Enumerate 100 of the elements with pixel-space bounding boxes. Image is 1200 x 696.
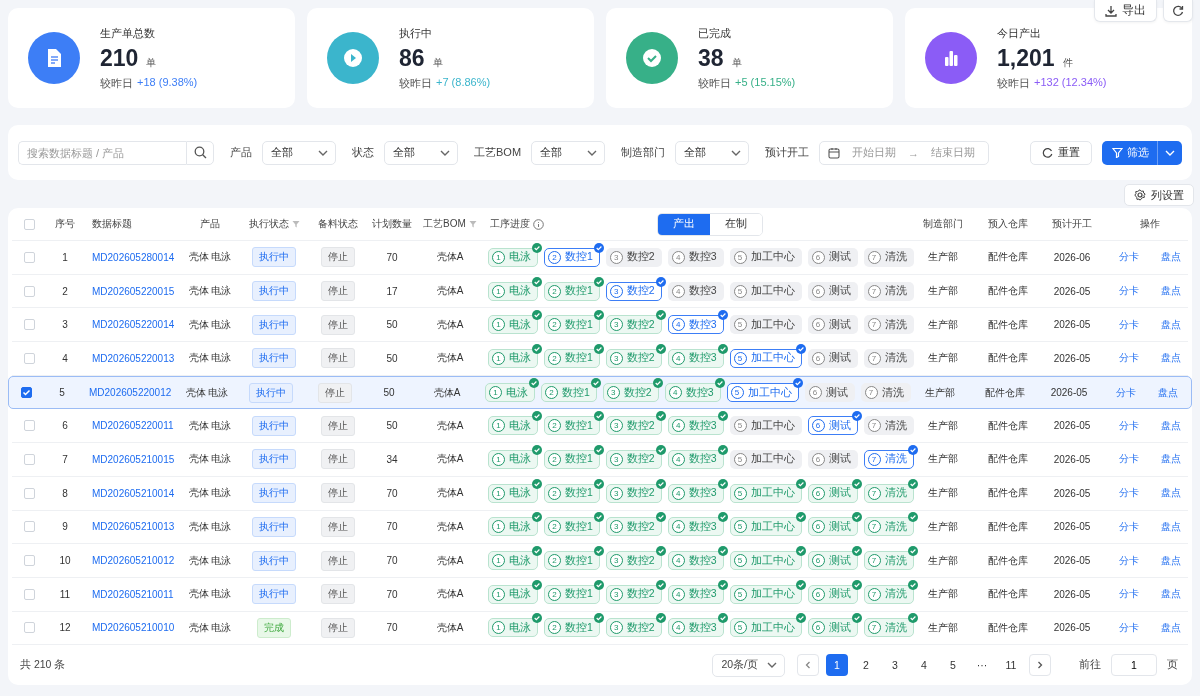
status-tag: 停止: [321, 449, 355, 470]
row-checkbox[interactable]: [20, 387, 32, 399]
action-link[interactable]: 分卡: [1119, 620, 1139, 635]
order-link[interactable]: MD202605220015: [92, 285, 175, 297]
page-button[interactable]: 1: [826, 654, 848, 677]
process-step: 6 测试: [807, 315, 858, 335]
action-link[interactable]: 盘点: [1161, 351, 1181, 366]
filter-icon[interactable]: [468, 220, 477, 228]
status-tag: 停止: [321, 617, 355, 638]
order-link[interactable]: MD202605220011: [92, 420, 174, 432]
export-button[interactable]: 导出: [1094, 0, 1157, 22]
table-cell: 生产部: [928, 351, 958, 366]
refresh-icon: [1172, 4, 1184, 17]
check-icon: [717, 310, 728, 321]
table-row[interactable]: 1 MD202605280014 壳体 电泳 执行中 停止 70 壳体A 1 电泳 2 数控1 3 数控2 4 数控3 5 加工中心 6 测试 7 清洗 生产部 配件仓库 2026-06 分卡 盘点: [12, 241, 1188, 275]
action-link[interactable]: 分卡: [1119, 553, 1139, 568]
reset-button[interactable]: 重置: [1030, 140, 1092, 165]
table-row[interactable]: 2 MD202605220015 壳体 电泳 执行中 停止 17 壳体A 1 电泳 2 数控1 3 数控2 4 数控3 5 加工中心 6 测试 7 清洗 生产部 配件仓库 2026-05 分卡 盘点: [12, 274, 1188, 309]
chevron-right-icon: [1035, 660, 1045, 671]
action-link[interactable]: 盘点: [1161, 418, 1181, 433]
table-cell: 壳体A: [436, 553, 464, 568]
table-cell: 7: [62, 453, 68, 465]
action-link[interactable]: 分卡: [1119, 351, 1139, 366]
action-link[interactable]: 分卡: [1116, 385, 1136, 400]
stat-label: 生产单总数: [100, 25, 156, 41]
table-cell: 生产部: [928, 519, 958, 534]
action-link[interactable]: 盘点: [1161, 250, 1181, 265]
table-row[interactable]: 3 MD202605220014 壳体 电泳 执行中 停止 50 壳体A 1 电泳 2 数控1 3 数控2 4 数控3 5 加工中心 6 测试 7 清洗 生产部 配件仓库 2026-05 分卡 盘点: [12, 308, 1188, 343]
page-button[interactable]: ···: [971, 654, 993, 677]
order-link[interactable]: MD202605220013: [92, 352, 175, 364]
table-cell: 1: [62, 251, 68, 263]
table-cell: 壳体 电泳: [188, 351, 232, 366]
check-icon: [851, 579, 862, 590]
order-link[interactable]: MD202605220012: [89, 387, 172, 399]
action-link[interactable]: 盘点: [1161, 519, 1181, 534]
filter-dropdown[interactable]: 全部: [531, 140, 606, 165]
table-row[interactable]: 5 MD202605220012 壳体 电泳 执行中 停止 50 壳体A 1 电泳 2 数控1 3 数控2 4 数控3 5 加工中心 6 测试 7 清洗 生产部 配件仓库 2026-05 分卡 盘点: [8, 375, 1192, 410]
check-icon: [851, 512, 862, 523]
table-row[interactable]: 6 MD202605220011 壳体 电泳 执行中 停止 50 壳体A 1 电泳 2 数控1 3 数控2 4 数控3 5 加工中心 6 测试 7 清洗 生产部 配件仓库 2026-05 分卡 盘点: [12, 409, 1188, 444]
action-link[interactable]: 盘点: [1161, 486, 1181, 501]
table-row[interactable]: 12 MD202605210010 壳体 电泳 完成 停止 70 壳体A 1 电泳 2 数控1 3 数控2 4 数控3 5 加工中心 6 测试 7 清洗 生产部 配件仓库 2026-05 分卡 盘点: [12, 611, 1188, 646]
progress-tab[interactable]: 产出: [658, 213, 710, 235]
order-link[interactable]: MD202605210014: [92, 487, 175, 499]
action-link[interactable]: 盘点: [1161, 452, 1181, 467]
order-link[interactable]: MD202605220014: [92, 319, 175, 331]
order-link[interactable]: MD202605210012: [92, 555, 175, 567]
page-button[interactable]: 4: [913, 654, 935, 677]
action-link[interactable]: 盘点: [1161, 284, 1181, 299]
action-link[interactable]: 盘点: [1161, 587, 1181, 602]
table-cell: 8: [62, 487, 68, 499]
table-cell: 5: [59, 387, 65, 399]
page-size-dropdown[interactable]: 20条/页: [712, 653, 785, 677]
table-row[interactable]: 10 MD202605210012 壳体 电泳 执行中 停止 70 壳体A 1 电泳 2 数控1 3 数控2 4 数控3 5 加工中心 6 测试 7 清洗 生产部 配件仓库 2026-05 分卡 盘点: [12, 544, 1188, 578]
order-link[interactable]: MD202605280014: [92, 251, 175, 263]
column-header: 工艺BOM: [423, 217, 466, 231]
page-button[interactable]: 11: [1000, 654, 1022, 677]
table-row[interactable]: 11 MD202605210011 壳体 电泳 执行中 停止 70 壳体A 1 电泳 2 数控1 3 数控2 4 数控3 5 加工中心 6 测试 7 清洗 生产部 配件仓库 2026-05 分卡 盘点: [12, 577, 1188, 612]
action-link[interactable]: 盘点: [1161, 317, 1181, 332]
action-link[interactable]: 分卡: [1119, 486, 1139, 501]
table-row[interactable]: 7 MD202605210015 壳体 电泳 执行中 停止 34 壳体A 1 电泳 2 数控1 3 数控2 4 数控3 5 加工中心 6 测试 7 清洗 生产部 配件仓库 2026-05 分卡 盘点: [12, 443, 1188, 477]
action-link[interactable]: 盘点: [1161, 553, 1181, 568]
filter-button[interactable]: 筛选: [1102, 140, 1182, 165]
search-button[interactable]: [186, 140, 214, 165]
action-link[interactable]: 分卡: [1119, 519, 1139, 534]
process-step: 6 测试: [807, 449, 858, 469]
action-link[interactable]: 盘点: [1158, 385, 1178, 400]
action-link[interactable]: 分卡: [1119, 587, 1139, 602]
column-settings-button[interactable]: 列设置: [1124, 184, 1194, 206]
order-link[interactable]: MD202605210013: [92, 521, 175, 533]
check-icon: [532, 276, 542, 287]
search-field[interactable]: 搜索数据标题 / 产品: [18, 140, 186, 165]
table-cell: 配件仓库: [988, 250, 1028, 265]
page-button[interactable]: 2: [855, 654, 877, 677]
order-link[interactable]: MD202605210010: [92, 622, 175, 634]
action-link[interactable]: 盘点: [1161, 620, 1181, 635]
action-link[interactable]: 分卡: [1119, 317, 1139, 332]
action-link[interactable]: 分卡: [1119, 250, 1139, 265]
table-row[interactable]: 9 MD202605210013 壳体 电泳 执行中 停止 70 壳体A 1 电泳 2 数控1 3 数控2 4 数控3 5 加工中心 6 测试 7 清洗 生产部 配件仓库 2026-05 分卡 盘点: [12, 510, 1188, 545]
filter-dropdown[interactable]: 全部: [262, 140, 336, 165]
previous-page-button[interactable]: [797, 654, 819, 677]
filter-dropdown[interactable]: 全部: [384, 140, 458, 165]
page-button[interactable]: 3: [884, 654, 906, 677]
column-header: 计划数量: [372, 217, 412, 231]
action-link[interactable]: 分卡: [1119, 418, 1139, 433]
stat-label: 今日产出: [997, 25, 1042, 41]
filter-dropdown[interactable]: 全部: [675, 140, 750, 165]
page-button[interactable]: 5: [942, 654, 964, 677]
order-link[interactable]: MD202605210015: [92, 453, 175, 465]
action-link[interactable]: 分卡: [1119, 452, 1139, 467]
filter-icon[interactable]: [291, 220, 300, 228]
select-all-checkbox[interactable]: [23, 218, 35, 230]
date-range-field[interactable]: 开始日期 → 结束日期: [819, 140, 990, 165]
check-icon: [851, 546, 862, 557]
order-link[interactable]: MD202605210011: [92, 588, 174, 600]
refresh-button[interactable]: [1163, 0, 1193, 22]
next-page-button[interactable]: [1029, 654, 1051, 677]
table-row[interactable]: 8 MD202605210014 壳体 电泳 执行中 停止 70 壳体A 1 电泳 2 数控1 3 数控2 4 数控3 5 加工中心 6 测试 7 清洗 生产部 配件仓库 2026-05 分卡 盘点: [12, 476, 1188, 511]
table-row[interactable]: 4 MD202605220013 壳体 电泳 执行中 停止 50 壳体A 1 电泳 2 数控1 3 数控2 4 数控3 5 加工中心 6 测试 7 清洗 生产部 配件仓库 2026-05 分卡 盘点: [12, 342, 1188, 376]
goto-page-field[interactable]: 1: [1111, 654, 1157, 677]
action-link[interactable]: 分卡: [1119, 284, 1139, 299]
